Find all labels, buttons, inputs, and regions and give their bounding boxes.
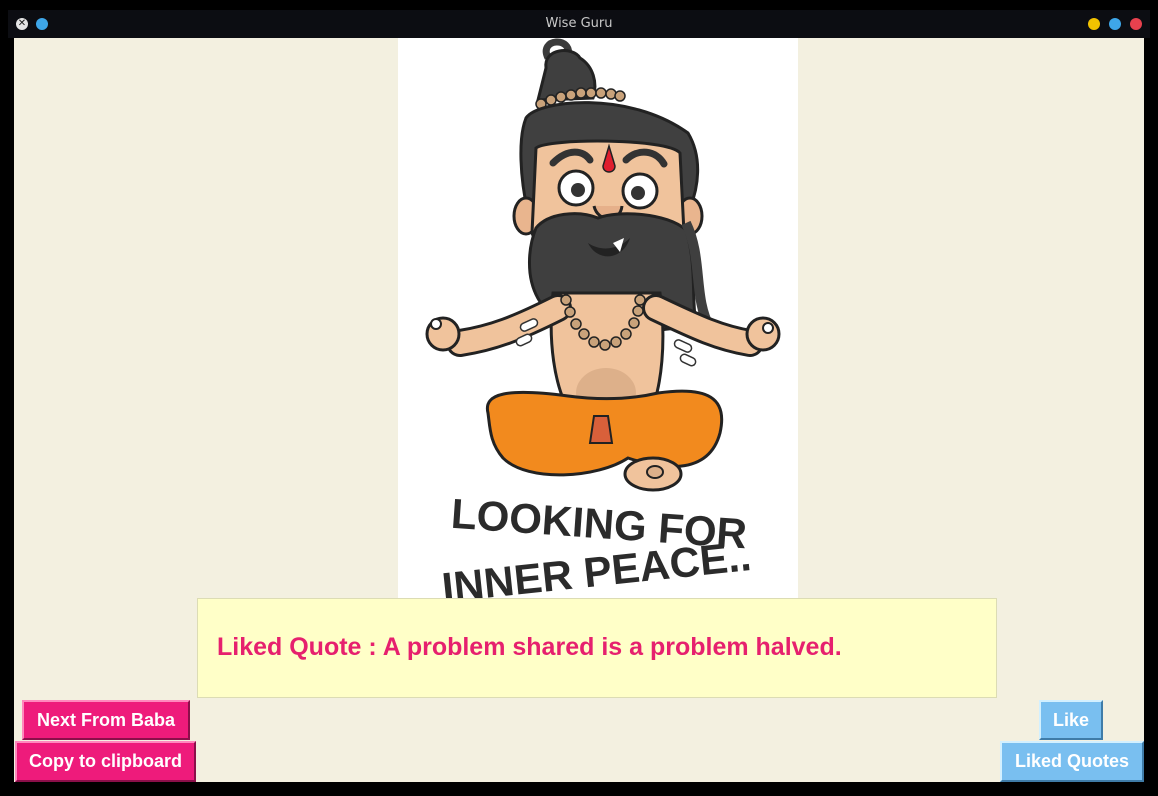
close-window-icon[interactable] — [1130, 18, 1142, 30]
guru-image: LOOKING FOR INNER PEACE.. — [398, 38, 798, 598]
liked-quote-text: Liked Quote : A problem shared is a prob… — [217, 633, 842, 661]
window-title: Wise Guru — [545, 16, 613, 31]
app-window: ✕ Wise Guru LOOKING FOR INNER PEACE.. Li… — [0, 0, 1158, 796]
next-from-baba-button[interactable]: Next From Baba — [22, 700, 190, 740]
main-content: LOOKING FOR INNER PEACE.. Liked Quote : … — [14, 38, 1144, 782]
maximize-icon[interactable] — [1109, 18, 1121, 30]
meditating-sadhu-illustration: LOOKING FOR INNER PEACE.. — [425, 38, 781, 598]
liked-quotes-button[interactable]: Liked Quotes — [1000, 741, 1144, 782]
like-button[interactable]: Like — [1039, 700, 1103, 740]
quote-panel: Liked Quote : A problem shared is a prob… — [197, 598, 997, 698]
minimize-icon[interactable] — [1088, 18, 1100, 30]
copy-to-clipboard-button[interactable]: Copy to clipboard — [15, 741, 196, 782]
title-bar[interactable]: ✕ Wise Guru — [8, 10, 1150, 38]
